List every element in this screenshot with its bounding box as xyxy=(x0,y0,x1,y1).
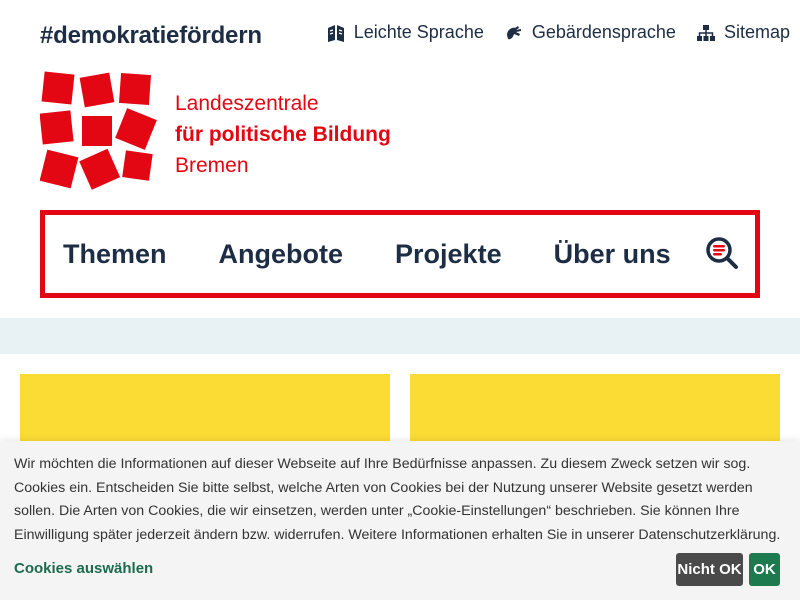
logo-line-2: für politische Bildung xyxy=(175,123,391,146)
sitemap-label: Sitemap xyxy=(723,22,790,42)
cookie-banner: Wir möchten die Informationen auf dieser… xyxy=(0,441,800,600)
sign-language-link[interactable]: Gebärdensprache xyxy=(504,22,676,43)
cookie-select-link[interactable]: Cookies auswählen xyxy=(14,560,153,577)
site-logo[interactable]: Landeszentrale für politische Bildung Br… xyxy=(40,70,400,195)
logo-squares-icon xyxy=(40,71,157,190)
easy-language-link[interactable]: Leichte Sprache xyxy=(326,22,484,43)
book-icon xyxy=(327,24,344,42)
sitemap-link[interactable]: Sitemap xyxy=(696,22,790,43)
logo-text: Landeszentrale für politische Bildung Br… xyxy=(175,88,391,181)
sign-language-icon xyxy=(506,25,521,39)
easy-language-label: Leichte Sprache xyxy=(353,22,484,42)
cookie-decline-button[interactable]: Nicht OK xyxy=(676,553,743,586)
nav-item-themen[interactable]: Themen xyxy=(63,239,167,270)
cookie-text: Wir möchten die Informationen auf dieser… xyxy=(14,456,781,543)
sitemap-icon xyxy=(696,24,715,41)
sign-language-label: Gebärdensprache xyxy=(531,22,676,42)
divider-band xyxy=(0,318,800,354)
logo-line-3: Bremen xyxy=(175,154,249,177)
nav-item-projekte[interactable]: Projekte xyxy=(395,239,502,270)
hashtag-title: #demokratiefördern xyxy=(40,22,262,49)
nav-item-angebote[interactable]: Angebote xyxy=(219,239,344,270)
top-links: Leichte Sprache Gebärdensprache Sitemap xyxy=(326,22,790,43)
cookie-accept-button[interactable]: OK xyxy=(749,553,780,586)
search-icon[interactable] xyxy=(705,236,739,270)
nav-item-ueber-uns[interactable]: Über uns xyxy=(554,239,671,270)
logo-line-1: Landeszentrale xyxy=(175,92,319,115)
main-navigation: Themen Angebote Projekte Über uns xyxy=(40,210,760,298)
